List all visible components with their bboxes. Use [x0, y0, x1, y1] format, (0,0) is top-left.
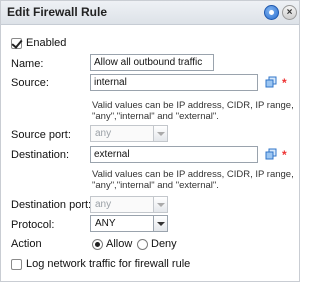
destination-input[interactable]: external [90, 146, 258, 163]
destination-port-value: any [95, 199, 112, 210]
enabled-checkbox[interactable] [11, 38, 22, 49]
name-label: Name: [11, 58, 44, 70]
help-icon[interactable] [264, 5, 279, 20]
action-deny-radio[interactable] [137, 239, 148, 250]
source-port-label: Source port: [11, 129, 71, 141]
source-port-select[interactable]: any [90, 125, 168, 142]
chevron-down-icon [153, 216, 167, 231]
destination-picker-icon[interactable] [265, 148, 277, 160]
source-label: Source: [11, 77, 49, 89]
name-input[interactable]: Allow all outbound traffic [90, 54, 214, 71]
dialog-title: Edit Firewall Rule [7, 5, 108, 19]
log-traffic-checkbox[interactable] [11, 259, 22, 270]
action-deny-label[interactable]: Deny [151, 238, 177, 250]
protocol-label: Protocol: [11, 219, 55, 231]
log-traffic-label[interactable]: Log network traffic for firewall rule [26, 258, 190, 270]
action-allow-radio[interactable] [92, 239, 103, 250]
destination-required-marker: * [282, 148, 287, 162]
destination-port-select[interactable]: any [90, 196, 168, 213]
source-input[interactable]: internal [90, 74, 258, 91]
chevron-down-icon [153, 197, 167, 212]
action-allow-label[interactable]: Allow [106, 238, 132, 250]
destination-hint-line1: Valid values can be IP address, CIDR, IP… [92, 169, 294, 180]
destination-port-label: Destination port: [11, 199, 92, 211]
chevron-down-icon [153, 126, 167, 141]
destination-label: Destination: [11, 149, 70, 161]
dialog-titlebar: Edit Firewall Rule × [1, 1, 299, 25]
source-hint-line2: "any","internal" and "external". [92, 111, 219, 122]
source-picker-icon[interactable] [265, 76, 277, 88]
source-port-value: any [95, 128, 112, 139]
action-label: Action [11, 238, 42, 250]
protocol-value: ANY [95, 218, 116, 229]
source-required-marker: * [282, 76, 287, 90]
enabled-label: Enabled [26, 37, 67, 49]
destination-hint-line2: "any","internal" and "external". [92, 180, 219, 191]
source-hint-line1: Valid values can be IP address, CIDR, IP… [92, 100, 294, 111]
close-icon[interactable]: × [282, 5, 297, 20]
edit-firewall-rule-dialog: Edit Firewall Rule × Enabled Name: Allow… [0, 0, 300, 282]
protocol-select[interactable]: ANY [90, 215, 168, 232]
